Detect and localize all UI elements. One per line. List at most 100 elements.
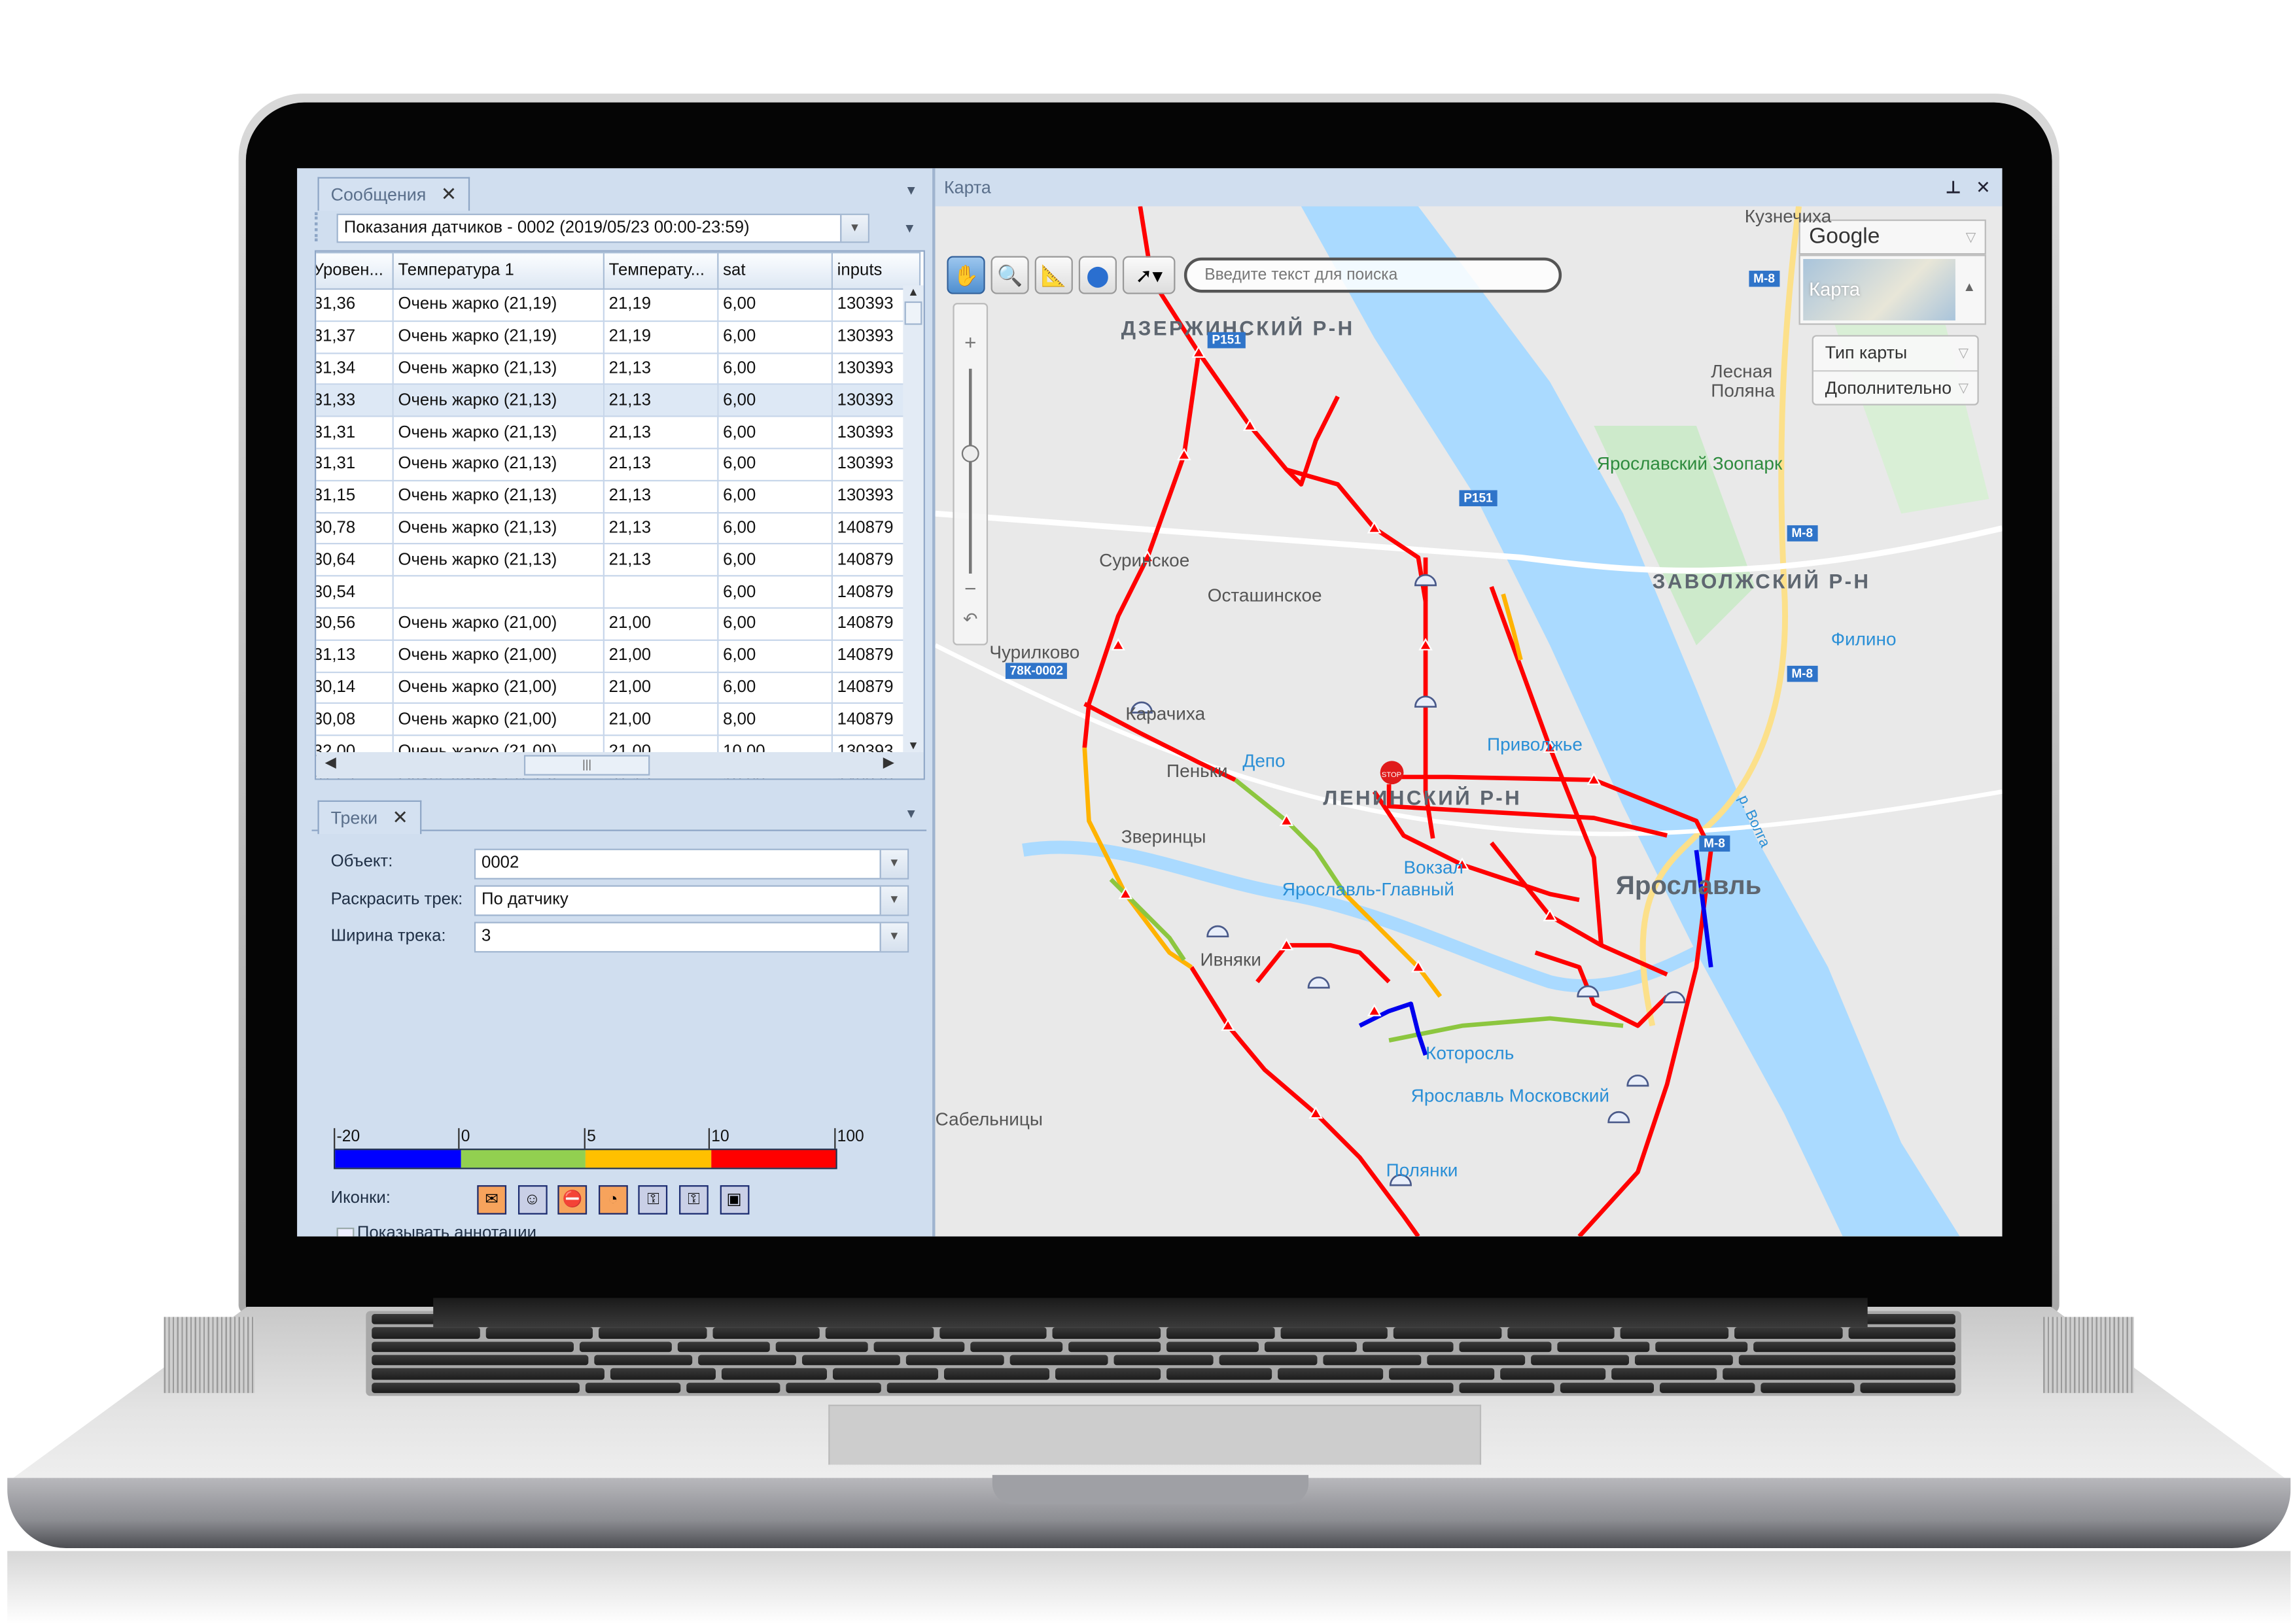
map-extra-select[interactable]: Дополнительно ▽ (1813, 371, 1978, 405)
keyboard-key (873, 1341, 966, 1353)
table-row[interactable]: 30,64 Очень жарко (21,13) 21,13 6,00 140879 (316, 543, 921, 577)
trackpad (828, 1404, 1482, 1465)
scroll-down-icon[interactable]: ▼ (903, 739, 923, 752)
scroll-left-icon[interactable]: ◀ (325, 755, 336, 771)
table-row[interactable]: 31,15 Очень жарко (21,13) 21,13 6,00 130393 (316, 479, 921, 513)
close-icon[interactable]: ✕ (441, 179, 457, 211)
undo-icon[interactable]: ↶ (955, 609, 987, 629)
table-row[interactable]: 30,78 Очень жарко (21,13) 21,13 6,00 140879 (316, 511, 921, 545)
horizontal-scrollbar[interactable]: ◀ ||| ▶ (316, 752, 924, 779)
toolbar-overflow-icon[interactable]: ▼ (903, 221, 916, 235)
map-label-prikolzh: Приволжье (1486, 734, 1583, 755)
table-cell: 30,14 (316, 670, 394, 704)
photo-icon[interactable]: ▣ (719, 1185, 749, 1215)
table-row[interactable]: 31,31 Очень жарко (21,13) 21,13 6,00 130393 (316, 447, 921, 481)
tracks-tabbar: Треки ✕ ▼ (311, 795, 927, 835)
column-header[interactable]: inputs (831, 251, 921, 290)
keyboard-key (697, 1355, 797, 1366)
column-header[interactable]: Уровен... (316, 251, 394, 290)
key-icon[interactable]: ⚿ (639, 1185, 669, 1215)
table-cell: 6,00 (717, 607, 833, 641)
table-row[interactable]: 31,31 Очень жарко (21,13) 21,13 6,00 130393 (316, 415, 921, 449)
table-row[interactable]: 31,33 Очень жарко (21,13) 21,13 6,00 130393 (316, 384, 921, 418)
measure-tool-button[interactable]: 📐 (1034, 256, 1073, 294)
select-tool-dropdown[interactable]: ➚▾ (1122, 256, 1176, 294)
speedometer-icon[interactable]: ◔ (598, 1185, 628, 1215)
table-cell: 6,00 (717, 415, 833, 449)
zoom-slider-thumb[interactable] (961, 445, 979, 462)
marker-tool-button[interactable]: ⬤ (1078, 256, 1117, 294)
table-row[interactable]: 31,36 Очень жарко (21,19) 21,19 6,00 130393 (316, 288, 921, 322)
close-icon[interactable]: ✕ (1976, 168, 1991, 206)
zoom-slider-track[interactable] (969, 368, 972, 574)
table-row[interactable]: 30,08 Очень жарко (21,00) 21,00 8,00 140879 (316, 702, 921, 736)
hscroll-thumb[interactable]: ||| (523, 755, 650, 776)
zoom-in-icon[interactable]: + (955, 331, 987, 354)
scale-segment (585, 1150, 711, 1168)
keyboard-key (1734, 1327, 1842, 1339)
column-header[interactable]: Температу... (603, 251, 719, 290)
drag-handle[interactable] (314, 212, 322, 242)
track-width-select[interactable]: 3 ▼ (474, 922, 909, 953)
tab-tracks[interactable]: Треки ✕ (317, 800, 422, 835)
vertical-scrollbar[interactable]: ▲ ▼ (903, 285, 924, 752)
table-row[interactable]: 31,37 Очень жарко (21,19) 21,19 6,00 130393 (316, 320, 921, 354)
object-select[interactable]: 0002 ▼ (474, 848, 909, 880)
table-cell: 21,13 (603, 415, 719, 449)
hinge (433, 1298, 1868, 1328)
table-row[interactable]: 31,34 Очень жарко (21,13) 21,13 6,00 130393 (316, 352, 921, 386)
keyboard-key (1621, 1327, 1728, 1339)
scroll-thumb[interactable] (904, 301, 922, 325)
map-layer-preview[interactable]: Карта ▲ (1798, 254, 1986, 325)
table-cell: Очень жарко (21,13) (392, 543, 604, 577)
table-cell: 6,00 (717, 352, 833, 386)
map-search-input[interactable]: Введите текст для поиска (1183, 257, 1562, 293)
scroll-up-icon[interactable]: ▲ (903, 285, 923, 298)
column-header[interactable]: Температура 1 (392, 251, 604, 290)
tab-messages[interactable]: Сообщения ✕ (317, 177, 470, 211)
pin-icon[interactable]: ⊥ (1945, 168, 1961, 206)
table-row[interactable]: 30,14 Очень жарко (21,00) 21,00 6,00 140879 (316, 670, 921, 704)
stop-marker-label: STOP (1382, 771, 1401, 779)
map-type-select[interactable]: Тип карты ▽ (1813, 337, 1978, 372)
scale-tick: 0 (458, 1128, 470, 1149)
panel-menu-chevron-icon[interactable]: ▼ (905, 806, 918, 821)
close-icon[interactable]: ✕ (392, 802, 408, 834)
envelope-icon[interactable]: ✉ (477, 1185, 507, 1215)
chevron-down-icon[interactable]: ▼ (879, 886, 908, 915)
key-remove-icon[interactable]: ⚿ (679, 1185, 709, 1215)
map-canvas[interactable]: STOP ✋ 🔍 📐 ⬤ ➚▾ Введите текст для поиска… (935, 206, 2003, 1237)
table-row[interactable]: 31,13 Очень жарко (21,00) 21,00 6,00 140879 (316, 639, 921, 673)
report-select[interactable]: Показания датчиков - 0002 (2019/05/23 00… (336, 213, 869, 243)
column-header[interactable]: sat (717, 251, 833, 290)
keyboard-key (1218, 1355, 1317, 1366)
chevron-down-icon[interactable]: ▼ (879, 850, 908, 878)
chevron-down-icon[interactable]: ▼ (840, 215, 868, 242)
keyboard-key (1114, 1355, 1213, 1366)
chevron-down-icon[interactable]: ▼ (879, 923, 908, 952)
map-type-label: Тип карты (1825, 342, 1908, 363)
keyboard-key (826, 1327, 934, 1339)
chevron-up-icon[interactable]: ▲ (1963, 279, 1976, 294)
table-cell: 6,00 (717, 639, 833, 673)
track-width-label: Ширина трека: (330, 927, 446, 946)
map-label-churilk: Чурилково (989, 642, 1080, 663)
keyboard-key (1322, 1355, 1421, 1366)
zoom-out-icon[interactable]: − (955, 576, 987, 600)
scroll-right-icon[interactable]: ▶ (883, 755, 894, 771)
keyboard-key (1848, 1327, 1956, 1339)
map-label-lenin: ЛЕНИНСКИЙ Р-Н (1323, 786, 1522, 810)
hand-tool-button[interactable]: ✋ (947, 256, 985, 294)
keyboard-key (1362, 1341, 1454, 1353)
table-row[interactable]: 30,56 Очень жарко (21,00) 21,00 6,00 140879 (316, 607, 921, 641)
table-row[interactable]: 30,54 6,00 140879 (316, 575, 921, 609)
smiley-icon[interactable]: ☺ (517, 1185, 547, 1215)
annotations-label: Показывать аннотации (357, 1224, 537, 1237)
color-track-select[interactable]: По датчику ▼ (474, 885, 909, 916)
panel-menu-chevron-icon[interactable]: ▼ (905, 183, 918, 198)
zoom-tool-button[interactable]: 🔍 (990, 256, 1029, 294)
keyboard-key (775, 1341, 867, 1353)
stop-icon[interactable]: ⛔ (557, 1185, 587, 1215)
keyboard-key (1723, 1368, 1955, 1379)
annotations-checkbox[interactable] (336, 1228, 355, 1237)
